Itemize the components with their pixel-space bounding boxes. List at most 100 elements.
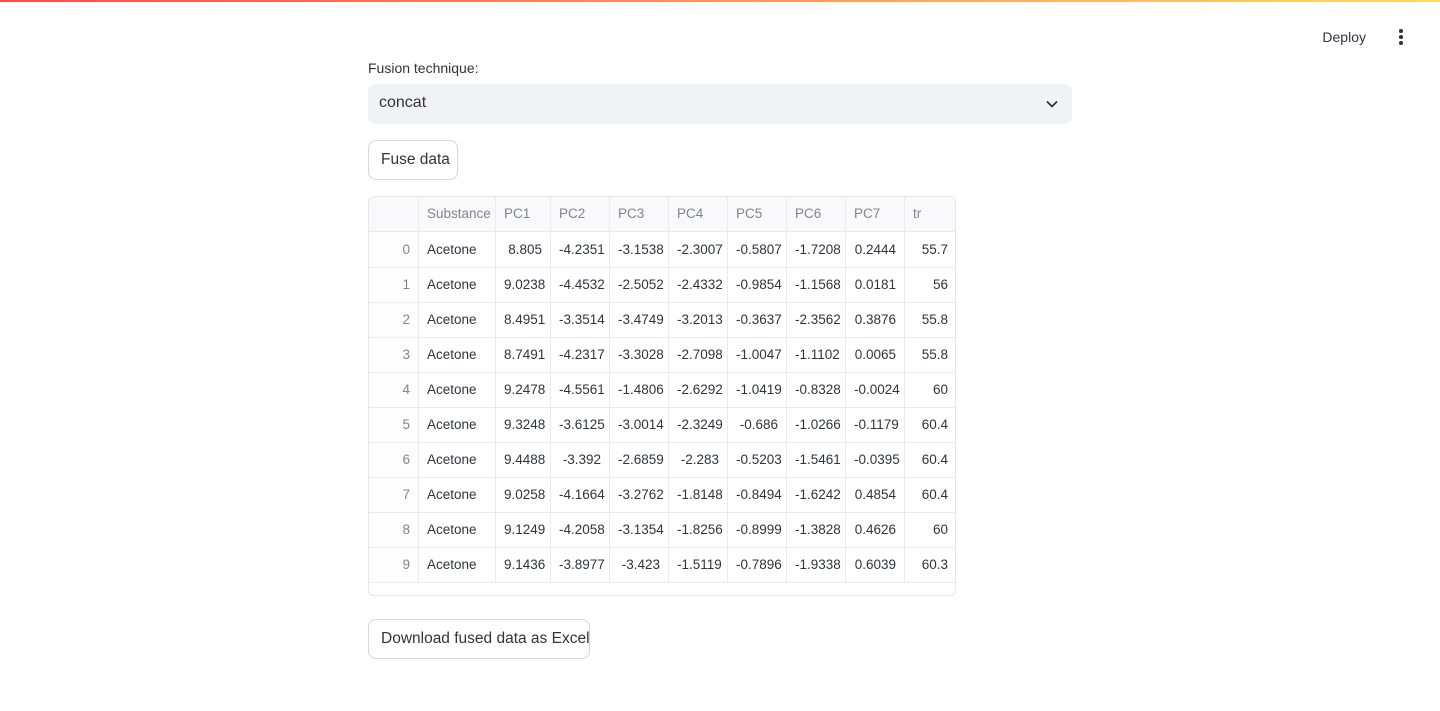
table-cell[interactable]: -3.0014 xyxy=(610,408,669,443)
table-cell[interactable]: -1.1102 xyxy=(787,338,846,373)
table-cell[interactable]: -3.1354 xyxy=(610,513,669,548)
table-cell[interactable]: 0.6039 xyxy=(846,548,905,583)
table-cell[interactable]: -3.2013 xyxy=(669,303,728,338)
table-cell[interactable]: 60.4 xyxy=(905,408,955,443)
table-cell[interactable]: 9.2478 xyxy=(496,373,551,408)
table-cell[interactable]: -2.6859 xyxy=(610,443,669,478)
table-cell[interactable]: -3.3514 xyxy=(551,303,610,338)
table-cell[interactable]: -0.1179 xyxy=(846,408,905,443)
table-cell[interactable]: -2.3562 xyxy=(787,303,846,338)
table-cell[interactable]: -2.3249 xyxy=(669,408,728,443)
table-cell[interactable]: 9.4488 xyxy=(496,443,551,478)
column-header[interactable]: PC7 xyxy=(846,197,905,232)
table-cell[interactable]: Acetone xyxy=(419,373,496,408)
row-index[interactable]: 7 xyxy=(369,478,419,513)
row-index[interactable]: 4 xyxy=(369,373,419,408)
table-cell[interactable]: -0.5807 xyxy=(728,233,787,268)
table-cell[interactable]: 9.1249 xyxy=(496,513,551,548)
table-cell[interactable]: Acetone xyxy=(419,408,496,443)
table-cell[interactable]: -3.2762 xyxy=(610,478,669,513)
table-cell[interactable]: Acetone xyxy=(419,478,496,513)
table-cell[interactable]: Acetone xyxy=(419,303,496,338)
table-cell[interactable]: 9.0258 xyxy=(496,478,551,513)
table-cell[interactable]: -4.1664 xyxy=(551,478,610,513)
table-cell[interactable]: 0.2444 xyxy=(846,233,905,268)
column-header[interactable]: PC5 xyxy=(728,197,787,232)
table-cell[interactable]: 55.8 xyxy=(905,338,955,373)
table-cell[interactable]: -4.2058 xyxy=(551,513,610,548)
table-cell[interactable]: 0.0065 xyxy=(846,338,905,373)
table-cell[interactable]: -3.4749 xyxy=(610,303,669,338)
deploy-button[interactable]: Deploy xyxy=(1314,24,1374,50)
row-index[interactable]: 3 xyxy=(369,338,419,373)
table-cell[interactable]: -0.0024 xyxy=(846,373,905,408)
table-cell[interactable]: 0.3876 xyxy=(846,303,905,338)
row-index[interactable]: 9 xyxy=(369,548,419,583)
table-cell[interactable]: -2.4332 xyxy=(669,268,728,303)
column-header[interactable]: PC3 xyxy=(610,197,669,232)
column-header[interactable]: tr xyxy=(905,197,955,232)
table-cell[interactable]: -1.5119 xyxy=(669,548,728,583)
column-header[interactable]: Substance xyxy=(419,197,496,232)
table-cell[interactable]: Acetone xyxy=(419,548,496,583)
table-cell[interactable]: -0.7896 xyxy=(728,548,787,583)
table-cell[interactable]: -2.5052 xyxy=(610,268,669,303)
column-header[interactable]: PC6 xyxy=(787,197,846,232)
table-cell[interactable]: -3.1538 xyxy=(610,233,669,268)
table-cell[interactable]: -1.1568 xyxy=(787,268,846,303)
table-cell[interactable]: Acetone xyxy=(419,443,496,478)
table-cell[interactable]: 0.4626 xyxy=(846,513,905,548)
table-cell[interactable]: 55.7 xyxy=(905,233,955,268)
column-header[interactable]: PC2 xyxy=(551,197,610,232)
table-cell[interactable]: -0.9854 xyxy=(728,268,787,303)
row-index[interactable]: 5 xyxy=(369,408,419,443)
table-cell[interactable]: -3.392 xyxy=(551,443,610,478)
table-cell[interactable]: 9.3248 xyxy=(496,408,551,443)
table-cell[interactable]: 60 xyxy=(905,373,955,408)
table-cell[interactable]: 56 xyxy=(905,268,955,303)
table-cell[interactable]: -0.8494 xyxy=(728,478,787,513)
row-index[interactable]: 0 xyxy=(369,233,419,268)
table-cell[interactable]: 9.0238 xyxy=(496,268,551,303)
table-cell[interactable]: 60.4 xyxy=(905,478,955,513)
table-cell[interactable]: 0.4854 xyxy=(846,478,905,513)
table-cell[interactable]: Acetone xyxy=(419,233,496,268)
table-cell[interactable]: -4.5561 xyxy=(551,373,610,408)
table-cell[interactable]: -4.4532 xyxy=(551,268,610,303)
table-cell[interactable]: -1.0266 xyxy=(787,408,846,443)
table-cell[interactable]: Acetone xyxy=(419,513,496,548)
row-index[interactable]: 2 xyxy=(369,303,419,338)
table-cell[interactable]: -1.4806 xyxy=(610,373,669,408)
table-cell[interactable]: -1.3828 xyxy=(787,513,846,548)
table-cell[interactable]: -0.3637 xyxy=(728,303,787,338)
table-cell[interactable]: 9.1436 xyxy=(496,548,551,583)
fusion-technique-select[interactable]: concat xyxy=(368,84,1072,124)
index-header[interactable] xyxy=(369,197,419,232)
table-cell[interactable]: -1.5461 xyxy=(787,443,846,478)
table-cell[interactable]: -3.423 xyxy=(610,548,669,583)
table-cell[interactable]: Acetone xyxy=(419,338,496,373)
table-cell[interactable]: -2.6292 xyxy=(669,373,728,408)
table-cell[interactable]: 8.7491 xyxy=(496,338,551,373)
table-cell[interactable]: -0.8999 xyxy=(728,513,787,548)
table-cell[interactable]: 8.805 xyxy=(496,233,551,268)
table-cell[interactable]: -1.8256 xyxy=(669,513,728,548)
row-index[interactable]: 8 xyxy=(369,513,419,548)
column-header[interactable]: PC4 xyxy=(669,197,728,232)
table-cell[interactable]: -2.3007 xyxy=(669,233,728,268)
table-cell[interactable]: -3.3028 xyxy=(610,338,669,373)
table-cell[interactable]: -1.0047 xyxy=(728,338,787,373)
table-cell[interactable]: -0.5203 xyxy=(728,443,787,478)
row-index[interactable]: 1 xyxy=(369,268,419,303)
table-cell[interactable]: -4.2317 xyxy=(551,338,610,373)
table-cell[interactable]: -1.8148 xyxy=(669,478,728,513)
table-cell[interactable]: 60 xyxy=(905,513,955,548)
data-table[interactable]: Substance PC1 PC2 PC3 PC4 PC5 PC6 PC7 tr 0 Acetone… xyxy=(368,196,956,596)
table-cell[interactable]: -2.283 xyxy=(669,443,728,478)
table-cell[interactable]: -0.8328 xyxy=(787,373,846,408)
table-cell[interactable]: -0.0395 xyxy=(846,443,905,478)
table-cell[interactable]: 60.3 xyxy=(905,548,955,583)
table-cell[interactable]: -3.6125 xyxy=(551,408,610,443)
table-cell[interactable]: -2.7098 xyxy=(669,338,728,373)
table-cell[interactable]: -1.0419 xyxy=(728,373,787,408)
